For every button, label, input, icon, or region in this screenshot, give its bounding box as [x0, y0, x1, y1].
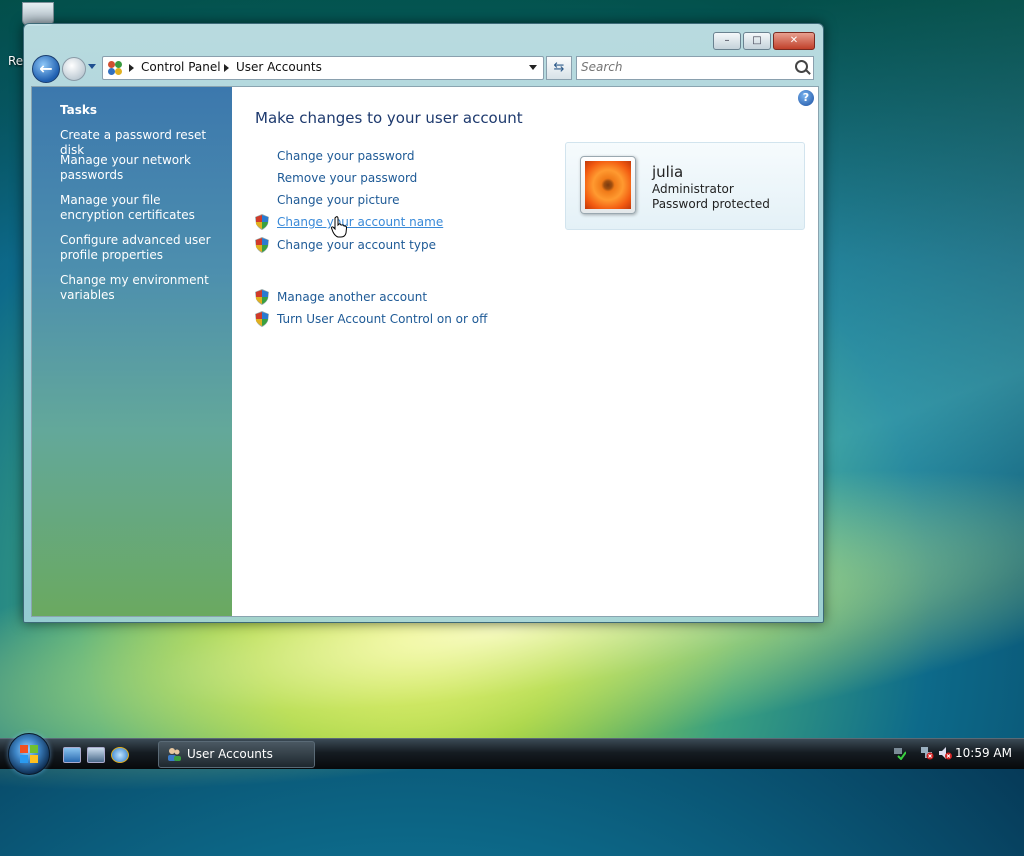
- hand-cursor-icon: [330, 216, 348, 238]
- sidebar-heading: Tasks: [60, 103, 98, 117]
- change-password-link[interactable]: Change your password: [277, 149, 415, 163]
- clock[interactable]: 10:59 AM: [955, 746, 1012, 760]
- window-controls: – □ ✕: [713, 32, 815, 50]
- uac-toggle-link[interactable]: Turn User Account Control on or off: [277, 312, 487, 326]
- sidebar-link-file-encryption[interactable]: Manage your file encryption certificates: [60, 193, 220, 223]
- desktop-icon-label[interactable]: Re: [8, 54, 23, 68]
- system-tray: 10:59 AM: [884, 739, 1024, 769]
- uac-shield-icon: [255, 214, 269, 230]
- maximize-button[interactable]: □: [743, 32, 771, 50]
- address-dropdown-icon[interactable]: [529, 65, 537, 70]
- breadcrumb-separator-icon[interactable]: [224, 64, 229, 72]
- search-icon[interactable]: [795, 60, 808, 73]
- navigation-toolbar: ← Control Panel User Accounts ⇆: [30, 54, 817, 83]
- user-role: Administrator: [652, 182, 734, 196]
- change-account-type-link[interactable]: Change your account type: [277, 238, 436, 252]
- breadcrumb-control-panel[interactable]: Control Panel: [141, 60, 221, 74]
- user-account-card: julia Administrator Password protected: [565, 142, 805, 230]
- user-accounts-window: – □ ✕ ← Control Panel User Accounts ⇆ Se…: [23, 23, 824, 623]
- forward-button[interactable]: [62, 57, 86, 81]
- breadcrumb-user-accounts[interactable]: User Accounts: [236, 60, 322, 74]
- recycle-bin-icon[interactable]: [18, 2, 58, 26]
- network-icon[interactable]: [920, 746, 934, 760]
- recent-pages-dropdown-icon[interactable]: [88, 64, 96, 69]
- manage-another-account-link[interactable]: Manage another account: [277, 290, 427, 304]
- taskbar-button-label: User Accounts: [187, 747, 273, 761]
- remove-password-link[interactable]: Remove your password: [277, 171, 417, 185]
- sidebar-link-environment-variables[interactable]: Change my environment variables: [60, 273, 220, 303]
- switch-windows-icon[interactable]: [87, 747, 105, 763]
- close-button[interactable]: ✕: [773, 32, 815, 50]
- minimize-button[interactable]: –: [713, 32, 741, 50]
- address-bar[interactable]: Control Panel User Accounts: [102, 56, 544, 80]
- taskbar-user-accounts-button[interactable]: User Accounts: [158, 741, 315, 768]
- uac-shield-icon: [255, 311, 269, 327]
- flower-picture-icon: [585, 161, 631, 209]
- show-desktop-icon[interactable]: [63, 747, 81, 763]
- volume-muted-icon[interactable]: [938, 746, 952, 760]
- safely-remove-hardware-icon[interactable]: [892, 746, 907, 761]
- taskbar: User Accounts 10:59 AM: [0, 733, 1024, 775]
- internet-explorer-icon[interactable]: [111, 747, 129, 763]
- page-title: Make changes to your user account: [255, 109, 523, 127]
- refresh-button[interactable]: ⇆: [546, 56, 572, 80]
- search-input[interactable]: [577, 57, 785, 77]
- tasks-sidebar: Tasks Create a password reset disk Manag…: [32, 87, 232, 616]
- control-panel-icon: [107, 60, 123, 76]
- search-box[interactable]: [576, 56, 814, 80]
- uac-shield-icon: [255, 289, 269, 305]
- windows-logo-icon: [20, 745, 38, 763]
- change-picture-link[interactable]: Change your picture: [277, 193, 399, 207]
- sidebar-link-network-passwords[interactable]: Manage your network passwords: [60, 153, 220, 183]
- content-pane: Tasks Create a password reset disk Manag…: [31, 86, 819, 617]
- breadcrumb-separator-icon[interactable]: [129, 64, 134, 72]
- main-panel: ? Make changes to your user account Chan…: [232, 87, 818, 616]
- user-accounts-icon: [167, 747, 181, 761]
- change-account-name-link[interactable]: Change your account name: [277, 215, 443, 229]
- start-button[interactable]: [8, 733, 50, 775]
- avatar[interactable]: [580, 156, 636, 214]
- help-icon[interactable]: ?: [798, 90, 814, 106]
- back-button[interactable]: ←: [32, 55, 60, 83]
- sidebar-link-profile-properties[interactable]: Configure advanced user profile properti…: [60, 233, 220, 263]
- uac-shield-icon: [255, 237, 269, 253]
- user-name: julia: [652, 163, 684, 181]
- password-status: Password protected: [652, 197, 770, 211]
